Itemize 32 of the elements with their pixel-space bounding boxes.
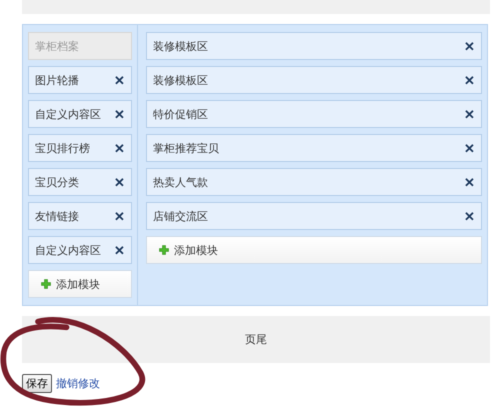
module-label: 装修模板区	[153, 38, 208, 54]
add-module-button[interactable]: 添加模块	[28, 270, 132, 298]
cancel-link[interactable]: 撤销修改	[56, 376, 100, 391]
module-item[interactable]: 友情链接 ✕	[28, 202, 132, 230]
module-label: 宝贝分类	[35, 174, 79, 190]
module-label: 友情链接	[35, 208, 79, 224]
module-label: 自定义内容区	[35, 242, 101, 258]
module-label: 热卖人气款	[153, 174, 208, 190]
module-item[interactable]: 热卖人气款 ✕	[146, 168, 482, 196]
module-label: 店铺交流区	[153, 208, 208, 224]
module-item[interactable]: 图片轮播 ✕	[28, 66, 132, 94]
module-item[interactable]: 店铺交流区 ✕	[146, 202, 482, 230]
footer-label: 页尾	[245, 332, 267, 347]
module-label: 图片轮播	[35, 72, 79, 88]
module-label: 装修模板区	[153, 72, 208, 88]
module-item[interactable]: 宝贝分类 ✕	[28, 168, 132, 196]
module-item[interactable]: 装修模板区 ✕	[146, 32, 482, 60]
module-label: 宝贝排行榜	[35, 140, 90, 156]
module-label: 特价促销区	[153, 106, 208, 122]
module-item[interactable]: 宝贝排行榜 ✕	[28, 134, 132, 162]
module-label: 掌柜档案	[35, 38, 79, 54]
module-item[interactable]: 掌柜推荐宝贝 ✕	[146, 134, 482, 162]
plus-icon	[159, 245, 169, 255]
module-item[interactable]: 自定义内容区 ✕	[28, 236, 132, 264]
module-label: 自定义内容区	[35, 106, 101, 122]
add-module-button[interactable]: 添加模块	[146, 236, 482, 264]
module-label: 掌柜推荐宝贝	[153, 140, 219, 156]
save-button[interactable]: 保存	[22, 374, 52, 393]
module-item[interactable]: 特价促销区 ✕	[146, 100, 482, 128]
module-item[interactable]: 自定义内容区 ✕	[28, 100, 132, 128]
module-item[interactable]: 装修模板区 ✕	[146, 66, 482, 94]
plus-icon	[41, 279, 51, 289]
